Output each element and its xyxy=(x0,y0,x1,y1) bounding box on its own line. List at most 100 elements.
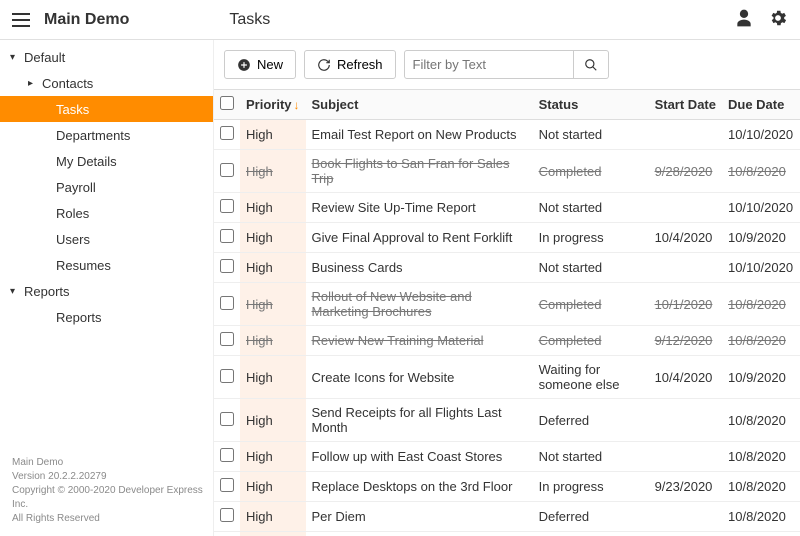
sidebar-item[interactable]: Tasks xyxy=(0,96,213,122)
table-row[interactable]: HighCreate Icons for WebsiteWaiting for … xyxy=(214,356,800,399)
cell-priority: High xyxy=(240,223,306,253)
cell-start-date: 10/4/2020 xyxy=(649,356,722,399)
cell-start-date: 10/1/2020 xyxy=(649,283,722,326)
table-row[interactable]: HighReview Site Up-Time ReportNot starte… xyxy=(214,193,800,223)
footer-line: All Rights Reserved xyxy=(12,512,203,526)
table-row[interactable]: HighBusiness CardsNot started10/10/2020 xyxy=(214,253,800,283)
select-all-checkbox[interactable] xyxy=(220,96,234,110)
row-checkbox[interactable] xyxy=(220,332,234,346)
cell-subject: Per Diem xyxy=(306,502,533,532)
cell-select xyxy=(214,193,240,223)
table-row[interactable]: HighPer DiemDeferred10/8/2020 xyxy=(214,502,800,532)
cell-subject: Create Icons for Website xyxy=(306,356,533,399)
cell-start-date: 9/9/2020 xyxy=(649,532,722,536)
footer-line: Copyright © 2000-2020 Developer Express … xyxy=(12,484,203,512)
cell-start-date xyxy=(649,502,722,532)
menu-icon[interactable] xyxy=(12,11,30,29)
column-header-start-date[interactable]: Start Date xyxy=(649,90,722,120)
search-button[interactable] xyxy=(574,50,609,79)
cell-subject: Book Flights to San Fran for Sales Trip xyxy=(306,150,533,193)
column-header-status[interactable]: Status xyxy=(533,90,649,120)
cell-status: Not started xyxy=(533,193,649,223)
filter-input[interactable] xyxy=(404,50,574,79)
cell-priority: High xyxy=(240,283,306,326)
row-checkbox[interactable] xyxy=(220,229,234,243)
sidebar-item[interactable]: Payroll xyxy=(0,174,213,200)
cell-status: Deferred xyxy=(533,399,649,442)
column-header-due-date[interactable]: Due Date xyxy=(722,90,800,120)
cell-priority: High xyxy=(240,502,306,532)
table-row[interactable]: HighGive Final Approval to Rent Forklift… xyxy=(214,223,800,253)
cell-due-date: 10/9/2020 xyxy=(722,356,800,399)
cell-subject: Follow up with East Coast Stores xyxy=(306,442,533,472)
row-checkbox[interactable] xyxy=(220,259,234,273)
cell-select xyxy=(214,356,240,399)
sidebar-item[interactable]: Roles xyxy=(0,200,213,226)
refresh-button-label: Refresh xyxy=(337,57,383,72)
row-checkbox[interactable] xyxy=(220,508,234,522)
row-checkbox[interactable] xyxy=(220,369,234,383)
table-row[interactable]: HighBook Flights to San Fran for Sales T… xyxy=(214,150,800,193)
cell-start-date xyxy=(649,193,722,223)
cell-start-date xyxy=(649,442,722,472)
new-button-label: New xyxy=(257,57,283,72)
cell-priority: High xyxy=(240,399,306,442)
row-checkbox[interactable] xyxy=(220,412,234,426)
cell-priority: High xyxy=(240,253,306,283)
cell-select xyxy=(214,442,240,472)
cell-status: Completed xyxy=(533,326,649,356)
row-checkbox[interactable] xyxy=(220,448,234,462)
cell-subject: Business Cards xyxy=(306,253,533,283)
cell-select xyxy=(214,223,240,253)
sidebar-item[interactable]: Resumes xyxy=(0,252,213,278)
cell-select xyxy=(214,502,240,532)
cell-due-date: 10/8/2020 xyxy=(722,283,800,326)
table-row[interactable]: HighRollout of New Website and Marketing… xyxy=(214,283,800,326)
table-row[interactable]: HighCreate New Spike for Automation Serv… xyxy=(214,532,800,536)
sidebar-item[interactable]: ▾Reports xyxy=(0,278,213,304)
cell-priority: High xyxy=(240,442,306,472)
cell-status: Deferred xyxy=(533,502,649,532)
table-row[interactable]: HighReplace Desktops on the 3rd FloorIn … xyxy=(214,472,800,502)
cell-due-date: 10/8/2020 xyxy=(722,399,800,442)
cell-due-date: 10/10/2020 xyxy=(722,120,800,150)
row-checkbox[interactable] xyxy=(220,296,234,310)
sidebar-item-label: Default xyxy=(24,50,65,65)
cell-priority: High xyxy=(240,193,306,223)
sidebar-item-label: Payroll xyxy=(56,180,96,195)
sidebar-item[interactable]: Departments xyxy=(0,122,213,148)
refresh-button[interactable]: Refresh xyxy=(304,50,396,79)
sidebar-item-label: Contacts xyxy=(42,76,93,91)
table-header-row: Priority↓ Subject Status Start Date Due … xyxy=(214,90,800,120)
row-checkbox[interactable] xyxy=(220,199,234,213)
row-checkbox[interactable] xyxy=(220,478,234,492)
row-checkbox[interactable] xyxy=(220,163,234,177)
cell-subject: Give Final Approval to Rent Forklift xyxy=(306,223,533,253)
sidebar-item-label: Roles xyxy=(56,206,89,221)
cell-start-date xyxy=(649,399,722,442)
column-header-priority[interactable]: Priority↓ xyxy=(240,90,306,120)
table-row[interactable]: HighReview New Training MaterialComplete… xyxy=(214,326,800,356)
cell-subject: Rollout of New Website and Marketing Bro… xyxy=(306,283,533,326)
cell-select xyxy=(214,326,240,356)
cell-due-date: 10/10/2020 xyxy=(722,253,800,283)
user-icon[interactable] xyxy=(734,8,754,31)
table-row[interactable]: HighFollow up with East Coast StoresNot … xyxy=(214,442,800,472)
row-checkbox[interactable] xyxy=(220,126,234,140)
toolbar: New Refresh xyxy=(214,40,800,89)
column-header-subject[interactable]: Subject xyxy=(306,90,533,120)
table-row[interactable]: HighSend Receipts for all Flights Last M… xyxy=(214,399,800,442)
sidebar-item[interactable]: ▸Contacts xyxy=(0,70,213,96)
sidebar-item[interactable]: Reports xyxy=(0,304,213,330)
new-button[interactable]: New xyxy=(224,50,296,79)
column-header-select[interactable] xyxy=(214,90,240,120)
footer-line: Version 20.2.2.20279 xyxy=(12,470,203,484)
gear-icon[interactable] xyxy=(768,8,788,31)
table-row[interactable]: HighEmail Test Report on New ProductsNot… xyxy=(214,120,800,150)
sidebar-item[interactable]: ▾Default xyxy=(0,44,213,70)
sidebar-item[interactable]: My Details xyxy=(0,148,213,174)
sidebar-item[interactable]: Users xyxy=(0,226,213,252)
sidebar: ▾Default▸ContactsTasksDepartmentsMy Deta… xyxy=(0,40,214,536)
cell-due-date: 10/9/2020 xyxy=(722,223,800,253)
cell-select xyxy=(214,532,240,536)
